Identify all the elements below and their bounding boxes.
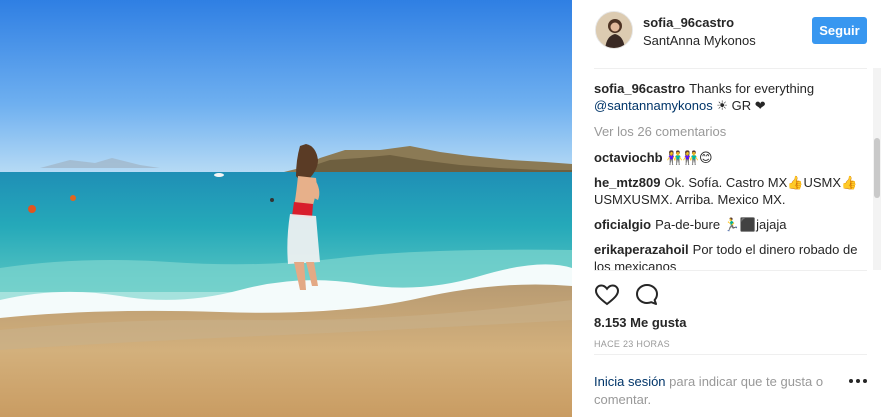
- post-side-panel: sofia_96castro SantAnna Mykonos Seguir s…: [572, 0, 881, 417]
- beach-photo-image: [0, 0, 572, 417]
- instagram-post: sofia_96castro SantAnna Mykonos Seguir s…: [0, 0, 881, 417]
- avatar-image: [596, 12, 632, 48]
- comment-username[interactable]: octaviochb: [594, 150, 663, 165]
- comments-scrollbar[interactable]: [873, 68, 881, 270]
- avatar[interactable]: [595, 11, 633, 49]
- comment-text: Pa-de-bure 🏃‍♂️⬛jajaja: [655, 217, 787, 232]
- comment-item: octaviochb 👫👫😊: [594, 149, 867, 166]
- post-actions: [594, 282, 714, 308]
- comment-item: oficialgio Pa-de-bure 🏃‍♂️⬛jajaja: [594, 216, 867, 233]
- comment-text: 👫👫😊: [666, 150, 713, 165]
- comment-username[interactable]: oficialgio: [594, 217, 651, 232]
- header-divider: [594, 68, 867, 69]
- caption: sofia_96castro Thanks for everything @san…: [594, 80, 867, 114]
- speech-bubble-icon[interactable]: [634, 282, 660, 308]
- login-link[interactable]: Inicia sesión: [594, 374, 666, 389]
- comment-username[interactable]: he_mtz809: [594, 175, 660, 190]
- post-author-username[interactable]: sofia_96castro: [643, 15, 734, 30]
- comments-divider: [594, 270, 867, 271]
- view-all-comments-link[interactable]: Ver los 26 comentarios: [594, 123, 867, 140]
- post-timestamp[interactable]: HACE 23 HORAS: [594, 339, 670, 349]
- login-prompt: Inicia sesión para indicar que te gusta …: [594, 373, 839, 409]
- post-header: sofia_96castro SantAnna Mykonos Seguir: [572, 0, 881, 68]
- caption-suffix: ☀ GR ❤: [716, 98, 766, 113]
- caption-username[interactable]: sofia_96castro: [594, 81, 685, 96]
- follow-button[interactable]: Seguir: [812, 17, 867, 44]
- post-location[interactable]: SantAnna Mykonos: [643, 33, 756, 48]
- comments-list[interactable]: sofia_96castro Thanks for everything @san…: [594, 80, 867, 270]
- ellipsis-icon[interactable]: [847, 374, 869, 388]
- footer-divider: [594, 354, 867, 355]
- comment-item: erikaperazahoil Por todo el dinero robado…: [594, 241, 867, 270]
- comment-username[interactable]: erikaperazahoil: [594, 242, 689, 257]
- post-photo[interactable]: [0, 0, 572, 417]
- heart-outline-icon[interactable]: [594, 282, 620, 308]
- scrollbar-thumb[interactable]: [874, 138, 880, 198]
- caption-text: Thanks for everything: [689, 81, 815, 96]
- likes-count[interactable]: 8.153 Me gusta: [594, 315, 687, 330]
- comment-item: he_mtz809 Ok. Sofía. Castro MX👍USMX👍USMXU…: [594, 174, 867, 208]
- caption-mention[interactable]: @santannamykonos: [594, 98, 713, 113]
